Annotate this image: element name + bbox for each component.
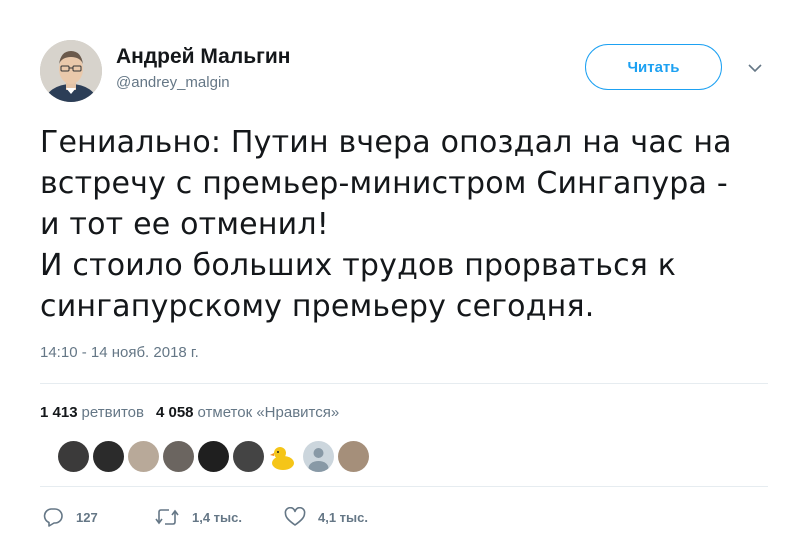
liker-avatar[interactable] [233, 441, 264, 472]
tweet-stats: 1 413 ретвитов 4 058 отметок «Нравится» [40, 404, 351, 421]
like-action[interactable]: 4,1 тыс. [284, 507, 368, 527]
liker-avatar[interactable] [58, 441, 89, 472]
author-name[interactable]: Андрей Мальгин [116, 44, 290, 70]
tweet-timestamp[interactable]: 14:10 - 14 нояб. 2018 г. [40, 344, 199, 361]
tweet-text: Гениально: Путин вчера опоздал на час на… [40, 125, 732, 324]
liker-avatar[interactable] [268, 441, 299, 472]
author-handle[interactable]: @andrey_malgin [116, 72, 290, 94]
retweet-icon[interactable] [154, 507, 180, 527]
retweets-count: 1 413 [40, 404, 78, 421]
chevron-down-icon[interactable] [745, 58, 765, 78]
like-count: 4,1 тыс. [318, 509, 368, 525]
retweets-stat[interactable]: 1 413 ретвитов [40, 404, 144, 421]
liker-avatar[interactable] [338, 441, 369, 472]
tweet-actions: 127 1,4 тыс. 4,1 тыс. [42, 507, 368, 527]
likes-stat[interactable]: 4 058 отметок «Нравится» [156, 404, 339, 421]
divider [40, 383, 768, 384]
liker-avatar[interactable] [163, 441, 194, 472]
retweets-label: ретвитов [81, 404, 144, 421]
follow-button[interactable]: Читать [585, 44, 722, 90]
reply-action[interactable]: 127 [42, 507, 154, 527]
reply-icon[interactable] [42, 507, 64, 527]
tweet-card: Андрей Мальгин @andrey_malgin Читать Ген… [0, 0, 811, 560]
avatar[interactable] [40, 40, 102, 102]
liker-avatar[interactable] [128, 441, 159, 472]
likes-label: отметок «Нравится» [197, 404, 340, 421]
divider [40, 486, 768, 487]
reply-count: 127 [76, 509, 98, 525]
likers-avatars [58, 441, 373, 472]
retweet-count: 1,4 тыс. [192, 509, 242, 525]
liker-avatar[interactable] [93, 441, 124, 472]
liker-avatar[interactable] [198, 441, 229, 472]
retweet-action[interactable]: 1,4 тыс. [154, 507, 284, 527]
heart-icon[interactable] [284, 507, 306, 527]
author-block[interactable]: Андрей Мальгин @andrey_malgin [116, 44, 290, 94]
likes-count: 4 058 [155, 404, 194, 421]
liker-avatar[interactable] [303, 441, 334, 472]
